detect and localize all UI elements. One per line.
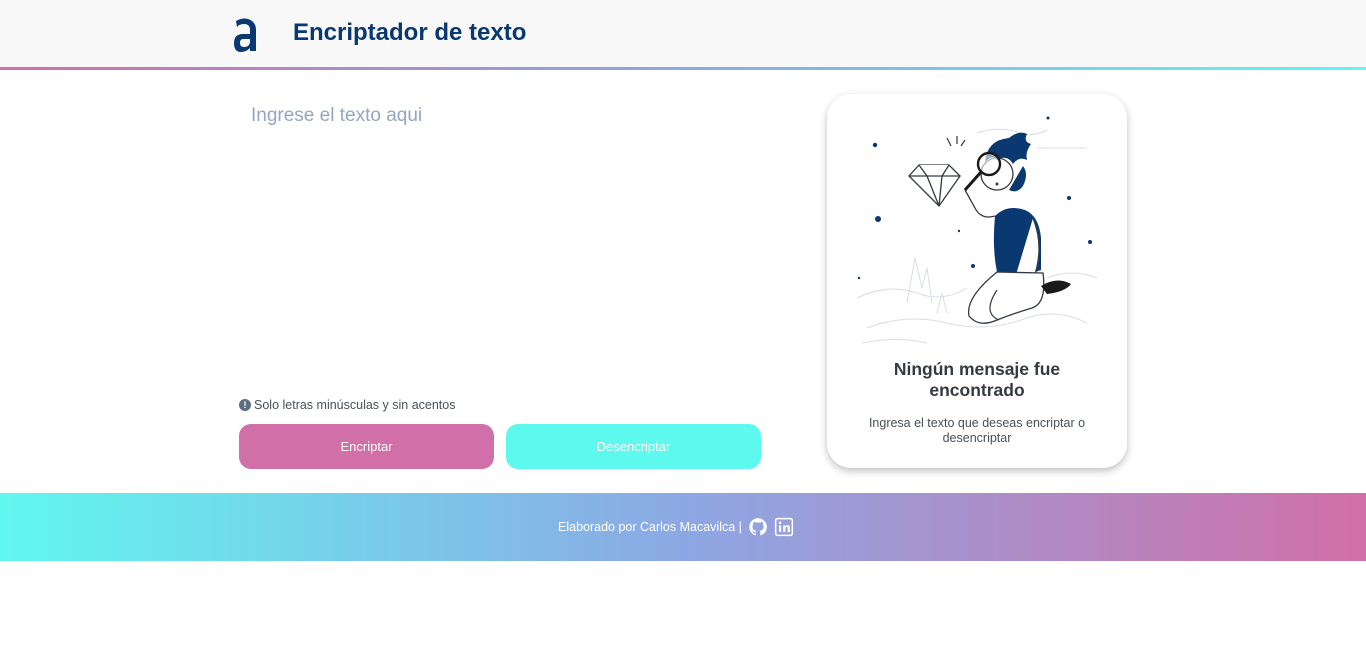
header: Encriptador de texto (0, 0, 1366, 67)
github-icon[interactable] (748, 517, 768, 537)
decrypt-button[interactable]: Desencriptar (506, 424, 761, 469)
empty-message-subtitle: Ingresa el texto que deseas encriptar o … (868, 416, 1086, 445)
person-with-magnifying-glass-illustration (856, 116, 1098, 344)
page-title: Encriptador de texto (293, 19, 527, 46)
alura-logo-icon[interactable] (231, 15, 259, 53)
header-divider (0, 67, 1366, 70)
text-input[interactable] (239, 100, 761, 380)
hint-text: Solo letras minúsculas y sin acentos (254, 398, 456, 412)
output-card: Ningún mensaje fue encontrado Ingresa el… (827, 94, 1127, 468)
exclamation-circle-icon: ! (239, 399, 251, 411)
footer: Elaborado por Carlos Macavilca | (0, 493, 1366, 561)
footer-content: Elaborado por Carlos Macavilca | (558, 517, 794, 537)
footer-credit: Elaborado por Carlos Macavilca | (558, 520, 742, 534)
encrypt-button[interactable]: Encriptar (239, 424, 494, 469)
linkedin-icon[interactable] (774, 517, 794, 537)
input-hint: ! Solo letras minúsculas y sin acentos (239, 398, 455, 412)
empty-message-title: Ningún mensaje fue encontrado (893, 359, 1061, 400)
